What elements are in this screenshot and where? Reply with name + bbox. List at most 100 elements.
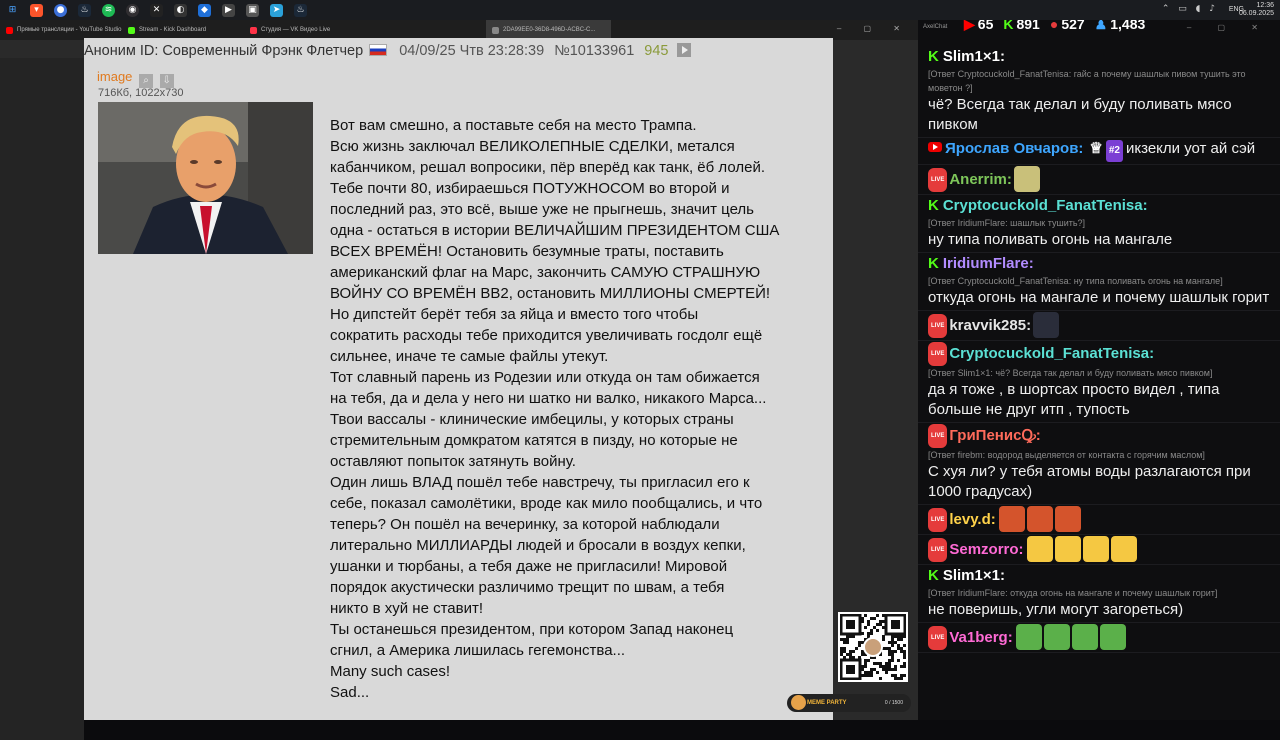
window-controls[interactable]: – ▢ ✕ <box>837 24 910 33</box>
chat-text: С хуя ли? у тебя атомы воды разлагаются … <box>928 463 1251 500</box>
vk-icon: ● <box>1049 20 1059 32</box>
chat-message[interactable]: LIVE levy.d: <box>918 505 1280 535</box>
chat-window-controls[interactable]: – ▢ ✕ <box>1187 23 1270 32</box>
chat-author-name[interactable]: Semzorro: <box>949 541 1023 558</box>
chat-author-name[interactable]: Slim1×1: <box>943 48 1005 65</box>
post-body: Вот вам смешно, а поставьте себя на мест… <box>330 115 820 703</box>
obs-icon[interactable]: ◉ <box>126 3 139 17</box>
chat-message[interactable]: K IridiumFlare: [Ответ Cryptocuckold_Fanat… <box>918 253 1280 311</box>
reply-count[interactable]: 945 <box>644 43 668 59</box>
play-icon[interactable] <box>676 43 691 57</box>
chat-author-name[interactable]: Cryptocuckold_FanatTenisa: <box>943 197 1148 214</box>
image-link-text[interactable]: image <box>97 69 132 84</box>
chat-author-name[interactable]: Anerrim: <box>949 171 1012 188</box>
chat-author-name[interactable]: levy.d: <box>949 511 995 528</box>
image-attachment-link[interactable]: image ⌕ ⇩ <box>97 69 174 88</box>
emote-icon <box>1110 536 1137 562</box>
chat-author-name[interactable]: Ярослав Овчаров: <box>945 140 1083 157</box>
qr-module <box>861 653 864 656</box>
qr-module <box>867 623 870 626</box>
rank-badge: #2 <box>1105 140 1123 162</box>
qr-module <box>870 617 873 620</box>
qr-module <box>900 647 903 650</box>
folder-icon[interactable]: ▣ <box>246 3 259 17</box>
chat-text: икзекли уот ай сэй <box>1126 140 1256 157</box>
qr-module <box>897 644 900 647</box>
chat-message[interactable]: LIVE ГриПенисꝘ: [Ответ firebm: водород выд… <box>918 423 1280 505</box>
qr-module <box>903 665 906 668</box>
qr-module <box>900 674 903 677</box>
chat-message[interactable]: K Slim1×1: [Ответ Cryptocuckold_FanatTenis… <box>918 46 1280 138</box>
app3-icon[interactable]: ▶ <box>222 3 235 17</box>
qr-module <box>888 662 891 665</box>
qr-module <box>888 659 891 662</box>
chat-message[interactable]: LIVE Cryptocuckold_FanatTenisa: [Ответ Sli… <box>918 341 1280 423</box>
app2-icon[interactable]: ◆ <box>198 3 211 17</box>
chrome-icon[interactable]: ● <box>54 3 67 17</box>
post-line: теперь? Он пошёл на вечеринку, за которо… <box>330 516 720 533</box>
chat-message[interactable]: LIVE kravvik285: <box>918 311 1280 341</box>
viewer-stats: ▶ 65 K 891 ● 527 ♟ 1,483 <box>964 20 1145 33</box>
chat-text: чё? Всегда так делал и буду поливать мяс… <box>928 96 1232 133</box>
emote-icon <box>1026 536 1053 562</box>
search-icon[interactable]: ⌕ <box>139 74 154 88</box>
windows-icon[interactable]: ⊞ <box>6 4 19 17</box>
chat-author-name[interactable]: Slim1×1: <box>943 567 1005 584</box>
qr-module <box>840 638 843 641</box>
chat-message[interactable]: K Slim1×1: [Ответ IridiumFlare: откуда ого… <box>918 565 1280 623</box>
browser-tab-image[interactable]: 2DA99EE0-36D8-496D-ACBC-C... <box>486 20 611 40</box>
stat-value: 65 <box>977 20 994 32</box>
chat-message[interactable]: LIVE Semzorro: <box>918 535 1280 565</box>
qr-module <box>873 662 876 665</box>
post-number[interactable]: №10133961 <box>554 43 634 59</box>
chat-author-line: K Cryptocuckold_FanatTenisa: <box>928 196 1274 216</box>
chat-message[interactable]: Ярослав Овчаров: ♕ #2 икзекли уот ай сэй <box>918 138 1280 165</box>
brave-icon[interactable]: ▾ <box>30 3 43 17</box>
tab-label: 2DA99EE0-36D8-496D-ACBC-C... <box>503 27 596 33</box>
chat-author-name[interactable]: IridiumFlare: <box>943 255 1034 272</box>
chat-author-name[interactable]: ГриПенисꝘ: <box>949 427 1040 444</box>
chat-author-name[interactable]: Va1berg: <box>949 629 1012 646</box>
app-icon[interactable]: ◐ <box>174 3 187 17</box>
capcut-icon[interactable]: ✕ <box>150 3 163 17</box>
chat-author-name[interactable]: kravvik285: <box>949 317 1031 334</box>
post-date: 04/09/25 Чтв 23:28:39 <box>399 43 545 59</box>
qr-module <box>858 644 861 647</box>
chat-message[interactable]: LIVE Va1berg: <box>918 623 1280 653</box>
chat-message[interactable]: LIVE Anerrim: <box>918 165 1280 195</box>
tray-icons[interactable]: ⌃ ▭ ◖ ♪ <box>1162 4 1218 14</box>
qr-module <box>861 641 864 644</box>
chat-message[interactable]: K Cryptocuckold_FanatTenisa: [Ответ Iridiu… <box>918 195 1280 253</box>
qr-module <box>879 665 882 668</box>
chat-panel: AxelChat – ▢ ✕ ▶ 65 K 891 ● 527 ♟ 1,483 K Slim1×… <box>918 20 1280 720</box>
steam-icon[interactable]: ♨ <box>78 3 91 17</box>
telegram-icon[interactable]: ➤ <box>270 3 283 17</box>
qr-module <box>867 635 870 638</box>
post-image-thumbnail[interactable] <box>98 102 313 254</box>
steam2-icon[interactable]: ♨ <box>294 3 307 17</box>
chat-author-name[interactable]: Cryptocuckold_FanatTenisa: <box>949 345 1154 362</box>
qr-module <box>888 647 891 650</box>
anon-label: Аноним ID: <box>84 43 159 59</box>
chat-reply-quote: [Ответ Cryptocuckold_FanatTenisa: ну тип… <box>928 276 1223 286</box>
bear-icon <box>791 695 806 710</box>
qr-module <box>903 674 906 677</box>
post-line: порядок акустически различимо трещит по … <box>330 579 725 596</box>
download-icon[interactable]: ⇩ <box>159 74 174 88</box>
browser-tab-vk[interactable]: Студия — VK Видео Live <box>244 20 366 40</box>
qr-module <box>897 647 900 650</box>
browser-tab-youtube[interactable]: Прямые трансляции - YouTube Studio <box>0 20 122 40</box>
browser-tab-kick[interactable]: Stream - Kick Dashboard <box>122 20 244 40</box>
post-line: Твои вассалы - клинические имбецилы, у к… <box>330 411 734 428</box>
qr-module <box>876 662 879 665</box>
chat-text: не поверишь, угли могут загореться) <box>928 601 1184 618</box>
post-line: Sad... <box>330 684 370 701</box>
viewers-icon: ♟ <box>1094 20 1108 32</box>
qr-module <box>882 665 885 668</box>
post-line: себе, показал самолётики, вроде как мило… <box>330 495 763 512</box>
spotify-icon[interactable]: ≋ <box>102 3 115 17</box>
chat-author-line: K Slim1×1: <box>928 47 1274 67</box>
qr-module <box>876 629 879 632</box>
qr-module <box>888 653 891 656</box>
system-clock[interactable]: 12:36 06.09.2025 <box>1239 2 1274 18</box>
